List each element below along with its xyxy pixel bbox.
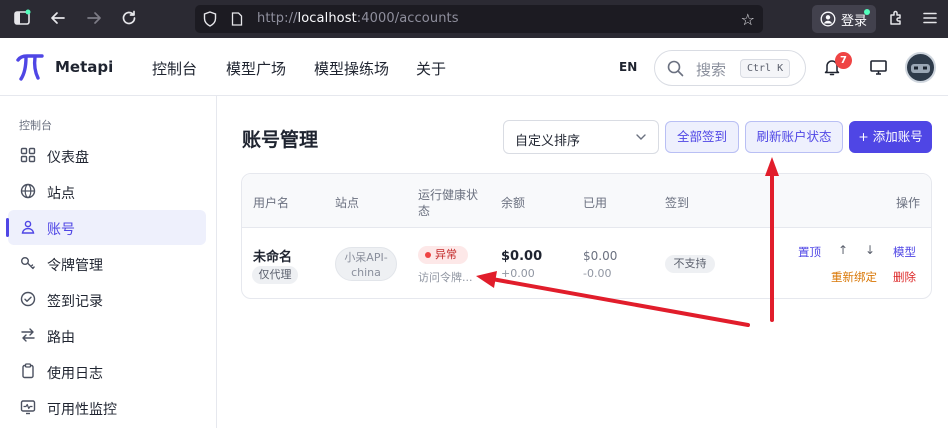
move-up-button[interactable]: ↑ — [838, 243, 848, 257]
used-value: $0.00 — [583, 249, 618, 263]
avatar[interactable] — [905, 52, 936, 83]
balance-value: $0.00 — [501, 249, 543, 264]
monitor-pulse-icon — [20, 400, 36, 415]
site-badge[interactable]: 小呆API- china — [335, 247, 397, 281]
extensions-icon[interactable] — [886, 9, 906, 29]
back-icon[interactable] — [48, 9, 68, 29]
sidebar-item-tokens[interactable]: 令牌管理 — [8, 246, 206, 281]
checkin-status-badge: 不支持 — [665, 255, 715, 273]
sidebar-item-label: 使用日志 — [47, 366, 103, 382]
sidebar-item-label: 可用性监控 — [47, 402, 117, 418]
sidebar-item-routes[interactable]: 路由 — [8, 318, 206, 353]
sidebar-toggle-icon[interactable] — [12, 9, 32, 29]
used-delta: -0.00 — [583, 267, 612, 280]
sidebar-item-label: 仪表盘 — [47, 150, 89, 166]
sidebar-item-usage-logs[interactable]: 使用日志 — [8, 354, 206, 389]
chevron-down-icon — [636, 134, 646, 140]
health-detail[interactable]: 访问令牌... — [418, 269, 473, 285]
table-header: 用户名 站点 运行健康状 态 余额 已用 签到 操作 — [242, 174, 931, 228]
reload-icon[interactable] — [119, 9, 139, 29]
sidebar-item-availability-monitor[interactable]: 可用性监控 — [8, 390, 206, 425]
search-placeholder: 搜索 — [696, 61, 727, 79]
forward-icon[interactable] — [84, 9, 104, 29]
header-health-line1: 运行健康状 — [418, 188, 479, 202]
header-health-line2: 态 — [418, 204, 431, 218]
url-prefix: http:// — [257, 11, 298, 26]
account-icon — [820, 11, 836, 27]
add-account-button[interactable]: + 添加账号 — [849, 121, 932, 153]
proxy-only-tag: 仅代理 — [252, 266, 298, 284]
site-name-line2: china — [351, 266, 381, 279]
page-title: 账号管理 — [242, 129, 319, 151]
brand-name[interactable]: Metapi — [55, 58, 113, 76]
grid-icon — [20, 147, 36, 163]
balance-delta: +0.00 — [501, 267, 535, 280]
sidebar-item-dashboard[interactable]: 仪表盘 — [8, 138, 206, 173]
sidebar-item-sites[interactable]: 站点 — [8, 174, 206, 209]
url-path: :4000/accounts — [356, 11, 459, 26]
check-circle-icon — [20, 291, 36, 307]
header-balance: 余额 — [501, 196, 526, 210]
page-icon — [231, 12, 243, 26]
header-checkin: 签到 — [665, 196, 690, 210]
sidebar-item-checkin-records[interactable]: 签到记录 — [8, 282, 206, 317]
header-username: 用户名 — [253, 196, 290, 210]
site-name-line1: 小呆API- — [344, 251, 388, 264]
language-toggle[interactable]: EN — [619, 60, 637, 74]
notification-badge: 7 — [835, 52, 852, 69]
search-icon — [667, 60, 684, 77]
pin-top-button[interactable]: 置顶 — [798, 244, 821, 260]
models-button[interactable]: 模型 — [893, 244, 916, 260]
sidebar-item-label: 账号 — [47, 222, 75, 238]
health-status-badge: 异常 — [418, 246, 468, 264]
rebind-button[interactable]: 重新绑定 — [831, 269, 877, 285]
browser-account-button[interactable]: 登录 — [812, 5, 876, 33]
clipboard-icon — [22, 363, 34, 379]
key-icon — [21, 257, 35, 270]
sidebar-section-title: 控制台 — [19, 119, 52, 132]
search-box[interactable]: 搜索 Ctrl K — [654, 50, 806, 86]
sort-select[interactable]: 自定义排序 — [503, 120, 659, 154]
pi-logo-icon[interactable] — [16, 52, 44, 82]
bookmark-star-icon[interactable]: ☆ — [741, 10, 755, 29]
route-icon — [21, 328, 35, 342]
checkin-all-button[interactable]: 全部签到 — [665, 121, 739, 153]
sidebar-item-label: 路由 — [47, 330, 75, 346]
url-text[interactable]: http://localhost:4000/accounts — [257, 11, 459, 26]
menu-icon[interactable] — [920, 9, 940, 29]
users-icon — [21, 220, 35, 234]
address-bar[interactable]: http://localhost:4000/accounts ☆ — [195, 5, 763, 33]
header-actions: 操作 — [896, 196, 921, 210]
account-name: 未命名 — [253, 250, 293, 265]
nav-about[interactable]: 关于 — [416, 58, 446, 79]
sidebar-item-label: 令牌管理 — [47, 258, 103, 274]
sort-select-value: 自定义排序 — [515, 134, 581, 149]
app-header: Metapi 控制台 模型广场 模型操练场 关于 EN 搜索 Ctrl K 7 — [0, 38, 948, 96]
search-shortcut: Ctrl K — [740, 59, 791, 78]
accounts-table: 用户名 站点 运行健康状 态 余额 已用 签到 操作 未命名 仅代理 小呆API… — [241, 173, 932, 299]
refresh-account-status-button[interactable]: 刷新账户状态 — [745, 121, 843, 153]
sidebar-item-label: 站点 — [47, 186, 75, 202]
sync-dot-icon — [864, 9, 870, 15]
sidebar-item-accounts[interactable]: 账号 — [6, 210, 206, 245]
nav-model-playground[interactable]: 模型操练场 — [314, 58, 389, 79]
browser-toolbar: http://localhost:4000/accounts ☆ 登录 — [0, 0, 948, 38]
monitor-icon[interactable] — [870, 60, 887, 75]
move-down-button[interactable]: ↓ — [865, 243, 875, 257]
sidebar-item-label: 签到记录 — [47, 294, 103, 310]
delete-button[interactable]: 删除 — [893, 269, 916, 285]
nav-dashboard[interactable]: 控制台 — [152, 58, 197, 79]
nav-model-market[interactable]: 模型广场 — [226, 58, 286, 79]
header-used: 已用 — [583, 196, 608, 210]
shield-icon[interactable] — [203, 11, 217, 27]
url-host: localhost — [297, 11, 357, 26]
sidebar: 控制台 仪表盘 站点 账号 令牌管理 签到记录 路由 使用日志 可用性监控 — [0, 96, 217, 428]
globe-icon — [20, 183, 36, 199]
header-site: 站点 — [335, 196, 360, 210]
